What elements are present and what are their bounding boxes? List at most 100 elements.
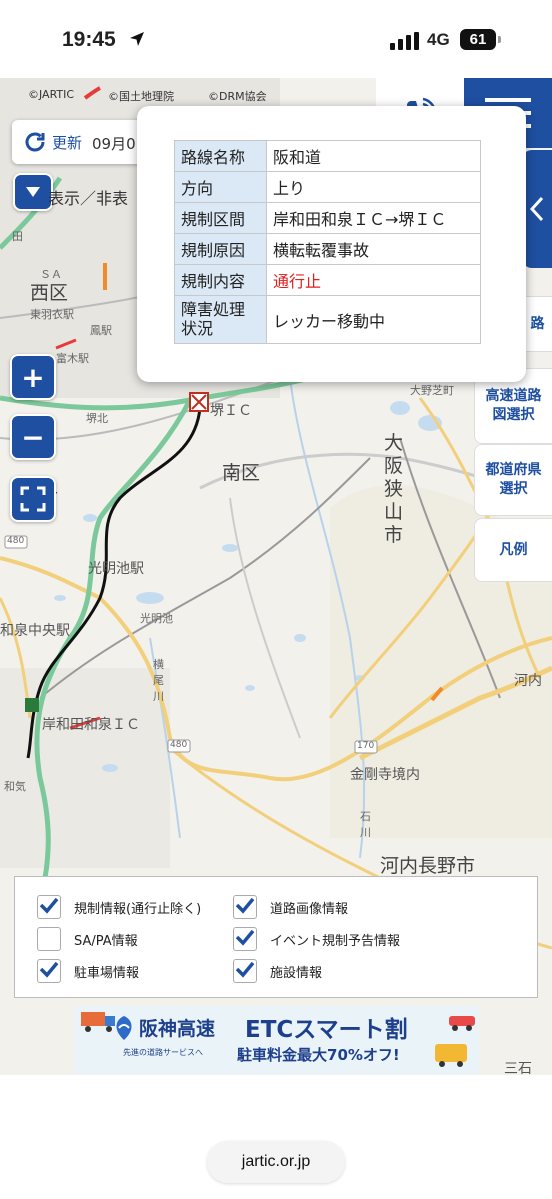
checkbox-box[interactable]: [37, 895, 61, 919]
hanshin-expressway-ad-banner[interactable]: 阪神高速 先進の道路サービスへ ETCスマート割 駐車料金最大70%オフ!: [75, 1006, 479, 1074]
checkbox-label: イベント規制予告情報: [270, 933, 401, 949]
map-label-otori: 鳳駅: [90, 324, 112, 337]
legend-button[interactable]: 凡例: [474, 518, 552, 582]
route-shield-480: 480: [170, 740, 188, 750]
route-shield-480: 480: [7, 536, 25, 546]
map-label-osaka-sayama: 市: [384, 524, 404, 546]
fullscreen-icon: [20, 486, 46, 512]
copyright-drm: ©DRM協会: [208, 90, 267, 103]
refresh-icon: [25, 132, 45, 152]
map-label-kawachinagano: 河内長野市: [380, 855, 476, 877]
row-value: 上り: [266, 171, 481, 203]
prefecture-label-line2: 選択: [499, 481, 528, 497]
row-key-line1: 障害処理: [181, 300, 246, 320]
map-label-nishi-ku: 西区: [30, 282, 69, 304]
checkbox-label: 駐車場情報: [74, 965, 140, 981]
checkbox-facility-info[interactable]: 施設情報: [233, 959, 322, 983]
route-shield-170: 170: [357, 741, 375, 751]
expressway-label-line2: 図選択: [492, 407, 535, 423]
triangle-down-icon: [26, 187, 40, 197]
checkbox-box[interactable]: [37, 927, 61, 951]
row-value: 横転転覆事故: [266, 233, 481, 265]
chevron-left-icon: [529, 196, 544, 222]
expressway-label-line1: 高速道路: [485, 388, 542, 405]
map-label-ohno: 大野芝町: [410, 384, 454, 397]
prefecture-select-button[interactable]: 都道府県 選択: [474, 444, 552, 516]
map-label-minami-ku: 南区: [222, 462, 261, 484]
row-key: 規制原因: [174, 233, 267, 265]
network-type: 4G: [427, 30, 450, 49]
map-label-kishiwada-ic: 岸和田和泉ＩＣ: [42, 717, 140, 733]
map-label-tanaka: 田: [12, 230, 23, 243]
regulation-info-popup: 路線名称 阪和道 方向 上り 規制区間 岸和田和泉ＩＣ→堺ＩＣ 規制原因 横転転…: [137, 106, 526, 382]
battery-icon: 61: [460, 29, 496, 50]
side-panel-toggle[interactable]: [522, 150, 552, 268]
address-bar[interactable]: jartic.or.jp: [207, 1141, 345, 1183]
banner-subtitle: 先進の道路サービスへ: [123, 1048, 203, 1057]
banner-brand: 阪神高速: [139, 1018, 216, 1040]
refresh-date: 09月0: [92, 135, 136, 153]
map-label-yokoo-river: 横尾川: [153, 658, 164, 703]
copyright-jartic: ©JARTIC: [28, 88, 75, 101]
banner-etc-title: ETCスマート割: [245, 1017, 408, 1043]
row-value: 岸和田和泉ＩＣ→堺ＩＣ: [266, 202, 481, 234]
car-icon: [449, 1016, 475, 1031]
row-key: 障害処理 状況: [174, 295, 267, 344]
hanshin-logo-icon: [116, 1016, 132, 1040]
checkbox-label: 道路画像情報: [270, 901, 349, 917]
table-row: 方向 上り: [174, 171, 481, 203]
row-value: レッカー移動中: [266, 295, 481, 344]
row-key-line2: 状況: [181, 318, 214, 338]
map-label-komyoike-pond: 光明池: [140, 612, 173, 625]
status-bar: 19:45 4G 61: [0, 0, 552, 78]
table-row: 規制原因 横転転覆事故: [174, 233, 481, 265]
check-icon: [39, 960, 59, 982]
checkbox-sapa-info[interactable]: SA/PA情報: [37, 927, 138, 951]
checkbox-label: 施設情報: [270, 965, 323, 981]
map-view[interactable]: ©JARTIC ©国土地理院 ©DRM協会 南区 大 阪 狭 山 市 河内長野市…: [0, 78, 552, 1075]
checkbox-road-image-info[interactable]: 道路画像情報: [233, 895, 348, 919]
legend-label: 凡例: [499, 541, 528, 558]
map-label-sa: ＳＡ: [40, 268, 62, 281]
refresh-button[interactable]: 更新: [52, 132, 82, 153]
map-label-kumatori: 和気: [4, 780, 26, 793]
zoom-out-button[interactable]: −: [10, 414, 56, 460]
map-label-komyoike-station: 光明池駅: [88, 561, 144, 577]
regulation-info-table: 路線名称 阪和道 方向 上り 規制区間 岸和田和泉ＩＣ→堺ＩＣ 規制原因 横転転…: [174, 140, 481, 344]
checkbox-box[interactable]: [233, 927, 257, 951]
layer-filter-panel: 規制情報(通行止除く) 道路画像情報 SA/PA情報 イベント規制予告情報 駐車…: [14, 876, 538, 998]
banner-parking-discount: 駐車料金最大70%オフ!: [237, 1046, 400, 1064]
check-icon: [235, 928, 255, 950]
status-time: 19:45: [62, 28, 116, 51]
location-arrow-icon: [130, 32, 144, 46]
checkbox-label: SA/PA情報: [74, 933, 138, 949]
map-label-kongoji: 金剛寺境内: [350, 767, 420, 783]
map-label-sakai-kita: 堺北: [86, 412, 108, 425]
checkbox-box[interactable]: [233, 959, 257, 983]
battery-tip: [498, 36, 501, 43]
row-key: 路線名称: [174, 140, 267, 172]
zoom-in-button[interactable]: +: [10, 354, 56, 400]
row-value-closure: 通行止: [266, 264, 481, 296]
checkbox-label: 規制情報(通行止除く): [74, 901, 202, 917]
checkbox-box[interactable]: [37, 959, 61, 983]
map-label-higashi-hagoromo: 東羽衣駅: [30, 308, 74, 321]
bus-icon: [435, 1044, 467, 1067]
checkbox-regulation-info[interactable]: 規制情報(通行止除く): [37, 895, 201, 919]
map-label-fukai: 富木駅: [56, 352, 89, 365]
table-row: 規制区間 岸和田和泉ＩＣ→堺ＩＣ: [174, 202, 481, 234]
checkbox-event-regulation-info[interactable]: イベント規制予告情報: [233, 927, 400, 951]
toggle-display-label: 表示／非表: [48, 189, 129, 208]
map-label-ishikawa-river: 石川: [360, 810, 371, 839]
row-key: 方向: [174, 171, 267, 203]
checkbox-box[interactable]: [233, 895, 257, 919]
check-icon: [235, 896, 255, 918]
row-value: 阪和道: [266, 140, 481, 172]
prefecture-label-line1: 都道府県: [485, 462, 542, 479]
copyright-gsi: ©国土地理院: [108, 90, 174, 103]
row-key: 規制区間: [174, 202, 267, 234]
signal-bars-icon: [390, 32, 419, 50]
checkbox-parking-info[interactable]: 駐車場情報: [37, 959, 139, 983]
fullscreen-button[interactable]: [10, 476, 56, 522]
toggle-display-button[interactable]: [13, 173, 53, 211]
